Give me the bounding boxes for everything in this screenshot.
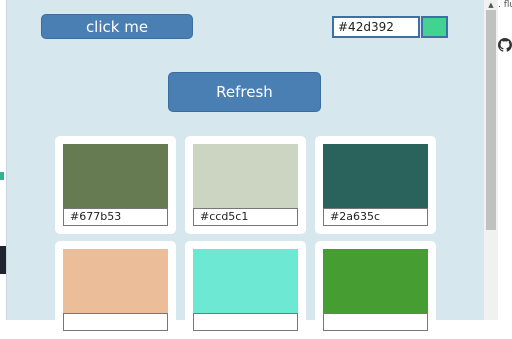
color-hex-label[interactable]: #677b53 xyxy=(63,208,168,226)
github-icon[interactable] xyxy=(498,38,512,52)
color-swatch[interactable] xyxy=(193,144,298,208)
hex-color-input[interactable] xyxy=(332,16,420,38)
color-swatch[interactable] xyxy=(193,249,298,313)
scroll-up-arrow-icon[interactable]: ▲ xyxy=(484,0,498,10)
color-hex-label[interactable]: #ccd5c1 xyxy=(193,208,298,226)
color-palette-popup: click me Refresh #677b53 #ccd5c1 #2a635c xyxy=(6,0,485,339)
color-card[interactable]: #ccd5c1 xyxy=(185,136,306,234)
background-page-marker xyxy=(0,172,4,180)
click-me-button[interactable]: click me xyxy=(41,14,193,39)
color-card[interactable] xyxy=(55,241,176,339)
scrollbar-thumb[interactable] xyxy=(486,10,496,230)
background-page-text: . flu xyxy=(498,0,512,10)
color-swatch[interactable] xyxy=(323,144,428,208)
color-hex-label[interactable]: #2a635c xyxy=(323,208,428,226)
color-card[interactable]: #2a635c xyxy=(315,136,436,234)
color-swatch[interactable] xyxy=(323,249,428,313)
color-swatch[interactable] xyxy=(63,144,168,208)
color-hex-label[interactable] xyxy=(193,313,298,331)
color-hex-label[interactable] xyxy=(323,313,428,331)
color-hex-label[interactable] xyxy=(63,313,168,331)
color-card[interactable] xyxy=(185,241,306,339)
color-card[interactable] xyxy=(315,241,436,339)
color-preview-swatch[interactable] xyxy=(421,16,448,38)
refresh-button[interactable]: Refresh xyxy=(168,72,321,112)
color-card[interactable]: #677b53 xyxy=(55,136,176,234)
color-swatch[interactable] xyxy=(63,249,168,313)
